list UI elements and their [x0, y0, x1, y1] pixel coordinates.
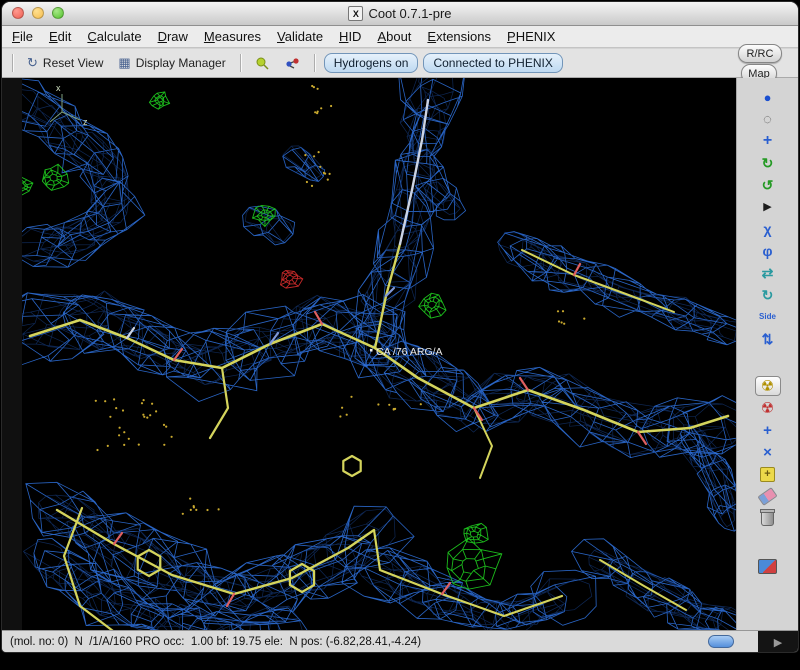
- goto-ligand-icon: [286, 57, 299, 69]
- phenix-connection-toggle[interactable]: Connected to PHENIX: [423, 53, 563, 73]
- edit-chi-angles-icon[interactable]: φ: [755, 241, 781, 261]
- display-manager-button[interactable]: ▦ Display Manager: [113, 53, 230, 73]
- menu-phenix[interactable]: PHENIX: [507, 29, 555, 44]
- menu-draw[interactable]: Draw: [158, 29, 188, 44]
- picture-shape: [758, 559, 777, 574]
- eraser-icon[interactable]: [755, 486, 781, 506]
- goto-atom-icon: [256, 57, 269, 70]
- rotate-translate-icon[interactable]: ↻: [755, 153, 781, 173]
- menu-calculate[interactable]: Calculate: [87, 29, 141, 44]
- rotamers-icon[interactable]: χ: [755, 219, 781, 239]
- titlebar: X Coot 0.7.1-pre: [2, 2, 798, 26]
- trash-shape: [760, 508, 775, 526]
- rrc-button[interactable]: R/RC: [738, 44, 782, 63]
- toolbar-separator: [313, 54, 315, 72]
- hydrogens-toggle[interactable]: Hydrogens on: [323, 53, 419, 73]
- menu-about[interactable]: About: [377, 29, 411, 44]
- window-controls: [12, 7, 64, 19]
- add-terminal-residue-icon[interactable]: +: [755, 464, 781, 484]
- toolbar-handle: [12, 54, 13, 72]
- play-icon[interactable]: ▶: [755, 197, 781, 217]
- menu-edit[interactable]: Edit: [49, 29, 71, 44]
- axis-z-label: z: [83, 117, 88, 127]
- regularize-icon[interactable]: ☢: [755, 398, 781, 418]
- scroll-thumb[interactable]: [708, 635, 734, 648]
- minimize-button[interactable]: [32, 7, 44, 19]
- menu-validate[interactable]: Validate: [277, 29, 323, 44]
- trash-icon[interactable]: [755, 508, 781, 528]
- menu-extensions[interactable]: Extensions: [427, 29, 491, 44]
- main-toolbar: ↻ Reset View ▦ Display Manager Hydrogens…: [2, 49, 798, 78]
- display-manager-icon: ▦: [118, 55, 131, 70]
- menubar: File Edit Calculate Draw Measures Valida…: [2, 26, 798, 48]
- menu-file[interactable]: File: [12, 29, 33, 44]
- axis-x-label: x: [56, 83, 61, 93]
- statusbar-corner: ▶: [758, 631, 798, 652]
- statusbar: (mol. no: 0) N /1/A/160 PRO occ: 1.00 bf…: [2, 630, 798, 652]
- auto-fit-rotamer-icon[interactable]: ↺: [755, 175, 781, 195]
- window-title: X Coot 0.7.1-pre: [348, 6, 452, 21]
- menu-hid[interactable]: HID: [339, 29, 361, 44]
- translate-zone-icon[interactable]: +: [755, 131, 781, 151]
- mutate-icon[interactable]: ⇅: [755, 329, 781, 349]
- picture-icon[interactable]: [755, 530, 781, 574]
- right-toolbar: ● ◌ + ↻ ↺ ▶ χ φ ⇄ ↻ Side ⇅ ☢ ☢ + × +: [736, 78, 798, 630]
- window-title-text: Coot 0.7.1-pre: [368, 6, 452, 21]
- eraser-shape: [757, 486, 778, 506]
- reset-view-icon: ↻: [27, 55, 38, 70]
- menu-measures[interactable]: Measures: [204, 29, 261, 44]
- reset-view-label: Reset View: [42, 56, 104, 70]
- sphere-icon[interactable]: ●: [755, 87, 781, 107]
- zoom-button[interactable]: [52, 7, 64, 19]
- close-button[interactable]: [12, 7, 24, 19]
- atom-label: CA /76 ARG/A: [376, 346, 443, 358]
- goto-ligand-button[interactable]: [280, 54, 305, 73]
- goto-atom-button[interactable]: [250, 54, 275, 73]
- resize-grip-icon[interactable]: ▶: [774, 636, 782, 649]
- cycle-conformer-icon[interactable]: ↻: [755, 285, 781, 305]
- dashed-circle-icon[interactable]: ◌: [755, 109, 781, 129]
- left-gutter: [2, 78, 22, 630]
- ca-atom-marker[interactable]: [370, 349, 373, 352]
- coot-window: X Coot 0.7.1-pre File Edit Calculate Dra…: [2, 2, 798, 652]
- fixed-atoms-icon[interactable]: +: [755, 420, 781, 440]
- rigid-body-fit-icon[interactable]: ×: [755, 442, 781, 462]
- flip-peptide-icon[interactable]: ⇄: [755, 263, 781, 283]
- display-manager-label: Display Manager: [135, 56, 226, 70]
- plus-box-glyph: +: [760, 466, 775, 482]
- x11-icon: X: [348, 6, 364, 21]
- reset-view-button[interactable]: ↻ Reset View: [22, 53, 108, 73]
- status-text: (mol. no: 0) N /1/A/160 PRO occ: 1.00 bf…: [10, 635, 422, 648]
- graphics-canvas[interactable]: x z CA /76 ARG/A: [22, 78, 736, 630]
- refine-icon[interactable]: ☢: [754, 376, 781, 396]
- side-chain-flip-icon[interactable]: Side: [755, 307, 781, 327]
- toolbar-separator: [239, 54, 241, 72]
